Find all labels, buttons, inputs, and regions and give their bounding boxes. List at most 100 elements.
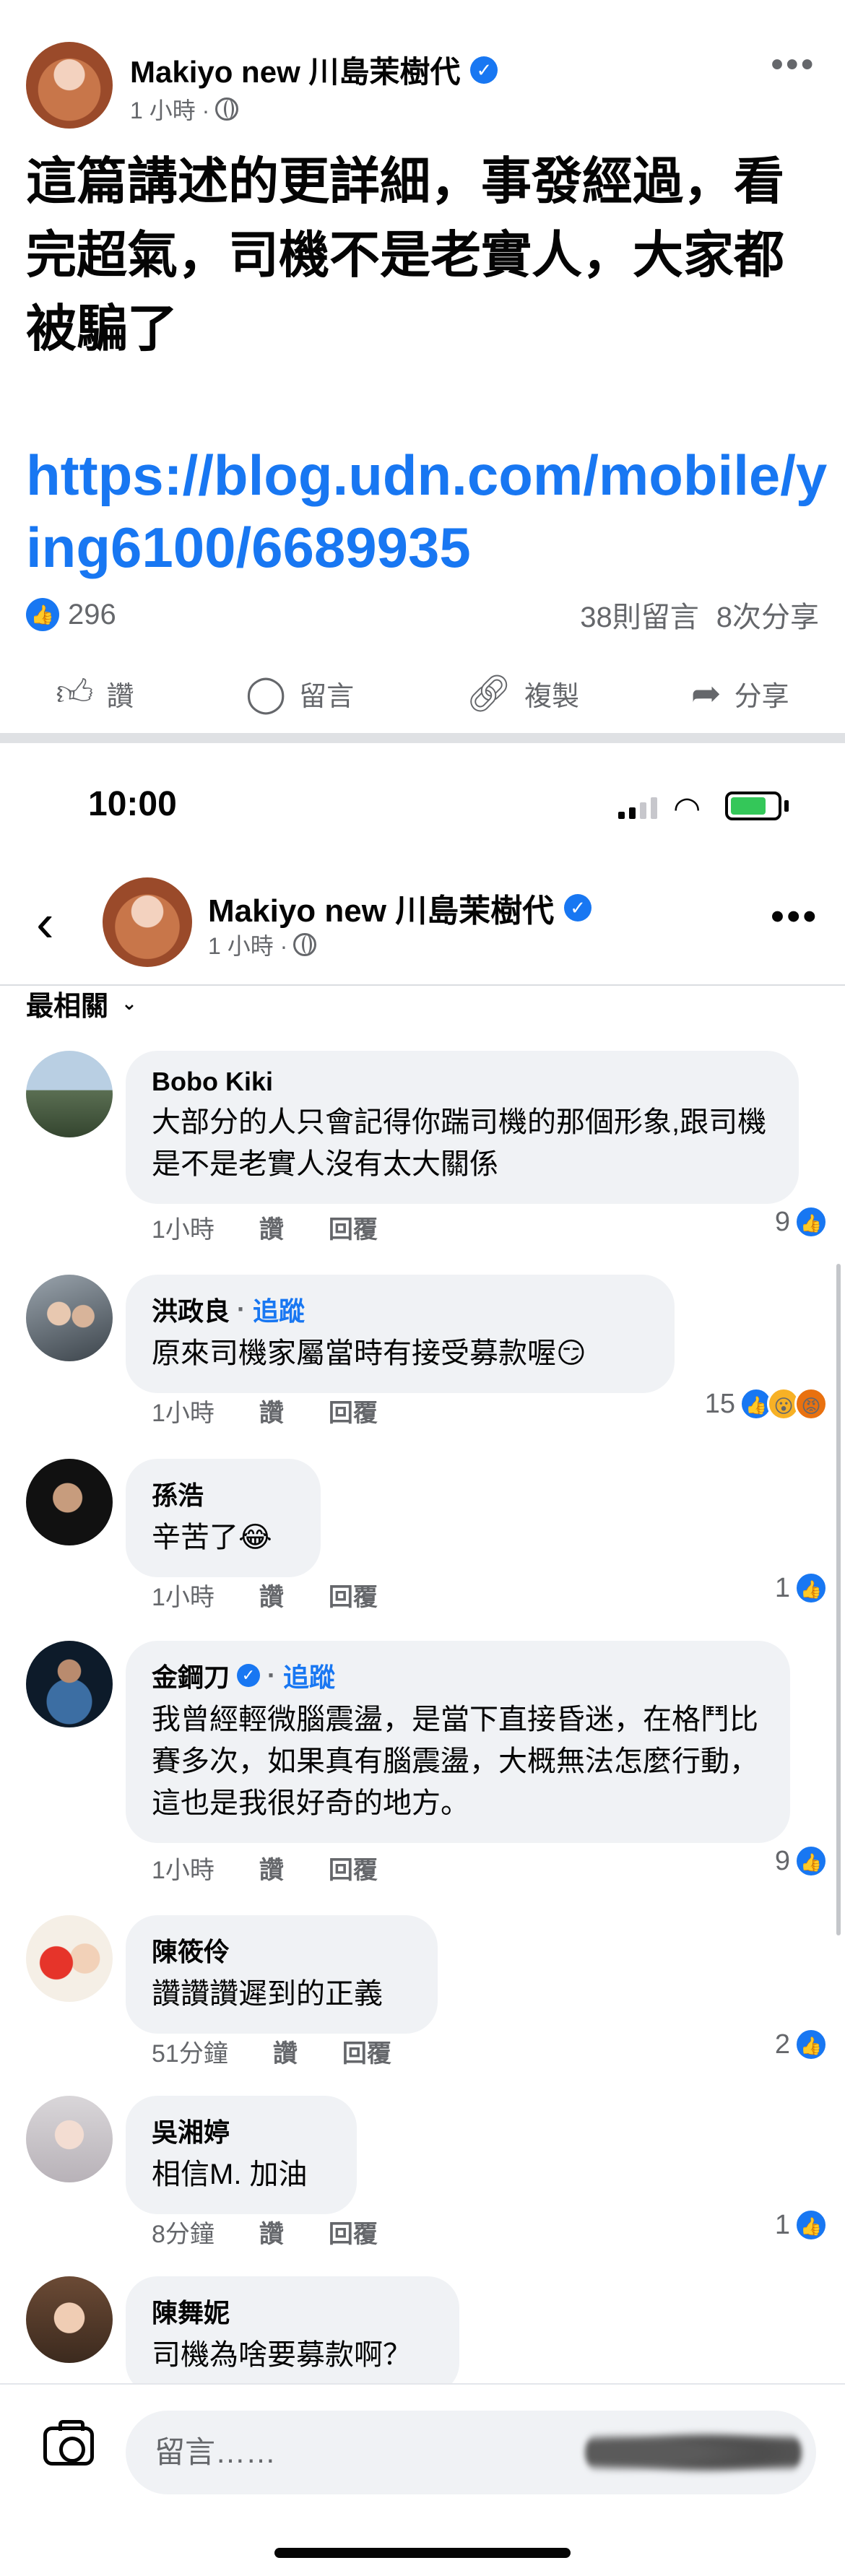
post-header: ‹ Makiyo new 川島茉樹代 ✓ 1 小時 · ••• [0, 863, 845, 986]
comment-like-button[interactable]: 讚 [259, 2214, 284, 2250]
commenter-avatar[interactable] [26, 1275, 113, 1361]
verified-icon: ✓ [470, 56, 498, 84]
post-time[interactable]: 1 小時 · [130, 92, 209, 126]
cellular-signal-icon [618, 796, 657, 819]
commenter-name[interactable]: 孫浩 [152, 1475, 204, 1512]
like-reaction-icon: 👍 [794, 2028, 828, 2061]
reaction-count: 2 [774, 2029, 790, 2060]
post-author-name[interactable]: Makiyo new 川島茉樹代 [130, 48, 460, 92]
comment-like-button[interactable]: 讚 [273, 2034, 298, 2069]
comment-reactions[interactable]: 9 👍 [775, 1205, 828, 1239]
share-count[interactable]: 8次分享 [716, 594, 819, 636]
angry-reaction-icon: 😡 [794, 1387, 828, 1421]
commenter-avatar[interactable] [26, 1641, 113, 1727]
comment-actions: 1小時 讚 回覆 [152, 1850, 378, 1886]
comment-bubble[interactable]: 金鋼刀 ✓ · 追蹤 我曾經輕微腦震盪，是當下直接昏迷，在格鬥比賽多次，如果真有… [126, 1641, 790, 1843]
post-meta: 1 小時 · [130, 92, 239, 126]
commenter-avatar[interactable] [26, 1915, 113, 2002]
comment-reactions[interactable]: 1 👍 [775, 1571, 828, 1605]
comment-reply-button[interactable]: 回覆 [329, 1577, 378, 1613]
like-reaction-icon: 👍 [794, 2208, 828, 2242]
more-options-icon[interactable]: ••• [771, 895, 819, 938]
comment-text: 原來司機家屬當時有接受募款喔😏 [152, 1337, 586, 1369]
commenter-name[interactable]: 陳筱伶 [152, 1931, 230, 1969]
home-indicator[interactable] [274, 2548, 571, 2558]
like-count[interactable]: 296 [68, 599, 116, 631]
comment-bubble[interactable]: 洪政良 · 追蹤 原來司機家屬當時有接受募款喔😏 [126, 1275, 675, 1393]
post-link[interactable]: https://blog.udn.com/mobile/ying6100/668… [26, 439, 828, 584]
commenter-avatar[interactable] [26, 1051, 113, 1137]
comment-reactions[interactable]: 2 👍 [775, 2028, 828, 2061]
reaction-count: 1 [774, 1572, 790, 1603]
commenter-name[interactable]: 洪政良 [152, 1291, 230, 1328]
comment-actions: 1小時 讚 回覆 [152, 1577, 378, 1613]
commenter-avatar[interactable] [26, 2096, 113, 2182]
header-time: 1 小時 · [208, 933, 288, 959]
more-options-icon[interactable]: ••• [771, 45, 816, 84]
post-author[interactable]: Makiyo new 川島茉樹代 ✓ [130, 48, 498, 92]
comment-composer [0, 2383, 845, 2576]
comment-bubble[interactable]: 陳筱伶 讚讚讚遲到的正義 [126, 1915, 438, 2034]
like-reaction-icon: 👍 [794, 1571, 828, 1605]
comment-text: 讚讚讚遲到的正義 [152, 1978, 383, 2010]
commenter-avatar[interactable] [26, 2276, 113, 2363]
comment-reply-button[interactable]: 回覆 [342, 2034, 391, 2069]
follow-button[interactable]: 追蹤 [253, 1291, 305, 1328]
comment-bubble[interactable]: 孫浩 辛苦了😂 [126, 1459, 321, 1577]
comment-text: 相信M. 加油 [152, 2159, 308, 2190]
comment-bubble[interactable]: 吳湘婷 相信M. 加油 [126, 2096, 357, 2214]
comment-reply-button[interactable]: 回覆 [329, 1850, 378, 1886]
comment-button[interactable]: ◯ 留言 [246, 672, 354, 714]
header-author[interactable]: Makiyo new 川島茉樹代 ✓ [208, 885, 592, 931]
comment-time: 1小時 [152, 1400, 214, 1427]
post-stats: 👍 296 38則留言 8次分享 [26, 594, 819, 636]
comment-reply-button[interactable]: 回覆 [329, 1393, 378, 1428]
comment-like-button[interactable]: 讚 [259, 1393, 284, 1428]
wifi-icon: ◠ [673, 791, 701, 826]
copy-button[interactable]: 🔗︎ 複製 [466, 672, 580, 715]
comment-bubble[interactable]: 陳舞妮 司機為啥要募款啊？ [126, 2276, 459, 2395]
commenter-name[interactable]: 陳舞妮 [152, 2292, 230, 2330]
camera-icon[interactable] [43, 2420, 94, 2466]
author-avatar[interactable] [103, 877, 192, 967]
blurred-sticker-shortcuts[interactable] [585, 2427, 802, 2479]
author-avatar[interactable] [26, 42, 113, 129]
commenter-name[interactable]: 吳湘婷 [152, 2112, 230, 2149]
comment-bubble[interactable]: Bobo Kiki 大部分的人只會記得你踹司機的那個形象,跟司機是不是老實人沒有… [126, 1051, 799, 1204]
comment-text: 大部分的人只會記得你踹司機的那個形象,跟司機是不是老實人沒有太大關係 [152, 1106, 767, 1180]
globe-icon [215, 97, 239, 121]
comment-like-button[interactable]: 讚 [259, 1577, 284, 1613]
comment-actions: 1小時 讚 回覆 [152, 1210, 378, 1245]
comment-text: 我曾經輕微腦震盪，是當下直接昏迷，在格鬥比賽多次，如果真有腦震盪，大概無法怎麼行… [152, 1704, 758, 1819]
like-button[interactable]: 👍︎ 讚 [56, 672, 134, 715]
thumbs-up-icon: 👍︎ [56, 672, 94, 713]
comment-actions: 8分鐘 讚 回覆 [152, 2214, 378, 2250]
comment-reactions[interactable]: 15 👍 😮 😡 [705, 1387, 828, 1421]
back-chevron-icon[interactable]: ‹ [36, 892, 54, 953]
battery-cap [784, 800, 789, 812]
reaction-count: 1 [774, 2209, 790, 2240]
comment-reactions[interactable]: 9 👍 [775, 1844, 828, 1878]
scrollbar[interactable] [836, 1264, 841, 1935]
commenter-name[interactable]: 金鋼刀 [152, 1657, 230, 1694]
follow-button[interactable]: 追蹤 [283, 1657, 335, 1694]
comment-like-button[interactable]: 讚 [259, 1850, 284, 1886]
header-author-name[interactable]: Makiyo new 川島茉樹代 [208, 885, 554, 931]
commenter-name[interactable]: Bobo Kiki [152, 1067, 273, 1097]
comment-reply-button[interactable]: 回覆 [329, 1210, 378, 1245]
comment-reactions[interactable]: 1 👍 [775, 2208, 828, 2242]
comment-like-button[interactable]: 讚 [259, 1210, 284, 1245]
share-button[interactable]: ➦ 分享 [691, 672, 789, 714]
comment-reply-button[interactable]: 回覆 [329, 2214, 378, 2250]
sort-dropdown[interactable]: 最相關 ⌄ [26, 984, 137, 1023]
commenter-avatar[interactable] [26, 1459, 113, 1545]
comment-count[interactable]: 38則留言 [580, 594, 699, 636]
comment-actions: 51分鐘 讚 回覆 [152, 2034, 391, 2069]
comment-time: 1小時 [152, 1857, 214, 1884]
share-label: 分享 [734, 681, 789, 712]
reaction-count: 9 [774, 1206, 790, 1237]
copy-label: 複製 [524, 681, 580, 712]
battery-icon [725, 792, 781, 820]
comment-text: 辛苦了😂 [152, 1522, 272, 1553]
comment-actions: 1小時 讚 回覆 [152, 1393, 378, 1428]
